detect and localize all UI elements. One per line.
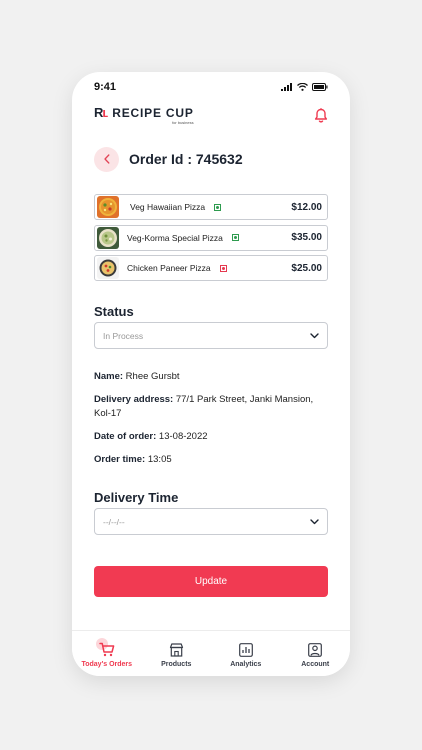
bottom-nav: Today's Orders Products Analytics Accoun… bbox=[72, 630, 350, 676]
page-title: Order Id : 745632 bbox=[129, 151, 243, 167]
nav-analytics[interactable]: Analytics bbox=[211, 631, 281, 676]
wifi-icon bbox=[297, 83, 308, 91]
list-item[interactable]: Chicken Paneer Pizza $25.00 bbox=[94, 255, 328, 281]
item-price: $12.00 bbox=[291, 201, 322, 213]
brand-subtitle: for business bbox=[172, 119, 194, 125]
list-item[interactable]: Veg Hawaiian Pizza $12.00 bbox=[94, 194, 328, 220]
pizza-thumbnail bbox=[97, 226, 119, 249]
list-item[interactable]: Veg-Korma Special Pizza $35.00 bbox=[94, 224, 328, 251]
non-veg-indicator-icon bbox=[219, 264, 227, 272]
item-price: $25.00 bbox=[291, 262, 322, 274]
chevron-down-icon bbox=[310, 518, 319, 524]
delivery-time-value: --/--/-- bbox=[103, 516, 125, 527]
customer-name: Name: Rhee Gursbt bbox=[94, 371, 180, 382]
battery-icon bbox=[312, 83, 328, 91]
nav-products[interactable]: Products bbox=[142, 631, 212, 676]
nav-label: Products bbox=[161, 661, 192, 668]
status-label: Status bbox=[94, 304, 134, 319]
order-time: Order time: 13:05 bbox=[94, 454, 172, 465]
nav-account[interactable]: Account bbox=[281, 631, 351, 676]
brand-mark: Rʟ bbox=[94, 104, 108, 120]
nav-label: Account bbox=[301, 661, 330, 668]
phone-screen: 9:41 Rʟ RECIPE CUP for business Order Id… bbox=[72, 72, 350, 676]
update-button[interactable]: Update bbox=[94, 566, 328, 597]
account-icon bbox=[308, 641, 323, 658]
status-bar: 9:41 bbox=[94, 80, 328, 94]
delivery-address: Delivery address: 77/1 Park Street, Jank… bbox=[94, 394, 314, 419]
order-title-row: Order Id : 745632 bbox=[94, 146, 328, 172]
status-value: In Process bbox=[103, 330, 144, 341]
order-date: Date of order: 13-08-2022 bbox=[94, 431, 208, 442]
delivery-time-label: Delivery Time bbox=[94, 490, 179, 505]
bell-icon[interactable] bbox=[314, 107, 328, 123]
chevron-left-icon bbox=[103, 154, 109, 164]
analytics-icon bbox=[238, 641, 253, 658]
app-header: Rʟ RECIPE CUP for business bbox=[94, 102, 328, 128]
nav-label: Today's Orders bbox=[81, 661, 133, 668]
chevron-down-icon bbox=[310, 332, 319, 338]
item-price: $35.00 bbox=[291, 232, 322, 243]
brand-name: RECIPE CUP bbox=[112, 105, 194, 120]
cart-icon bbox=[95, 638, 115, 658]
pizza-thumbnail bbox=[97, 196, 119, 218]
nav-todays-orders[interactable]: Today's Orders bbox=[72, 631, 142, 676]
item-name: Veg Hawaiian Pizza bbox=[130, 202, 206, 212]
status-time: 9:41 bbox=[94, 81, 117, 93]
back-button[interactable] bbox=[94, 146, 119, 172]
veg-indicator-icon bbox=[231, 234, 239, 241]
veg-indicator-icon bbox=[214, 203, 222, 211]
item-name: Veg-Korma Special Pizza bbox=[127, 232, 223, 243]
brand-logo: Rʟ RECIPE CUP for business bbox=[94, 104, 194, 125]
signal-icon bbox=[281, 83, 292, 91]
delivery-time-dropdown[interactable]: --/--/-- bbox=[94, 508, 328, 535]
order-items-list: Veg Hawaiian Pizza $12.00 Veg-Korma Spec… bbox=[94, 194, 328, 286]
status-dropdown[interactable]: In Process bbox=[94, 322, 328, 349]
status-icons bbox=[281, 83, 328, 91]
nav-label: Analytics bbox=[230, 661, 262, 668]
store-icon bbox=[169, 641, 184, 658]
order-details: Name: Rhee Gursbt Delivery address: 77/1… bbox=[94, 370, 328, 476]
pizza-thumbnail bbox=[97, 257, 119, 279]
item-name: Chicken Paneer Pizza bbox=[127, 263, 211, 273]
